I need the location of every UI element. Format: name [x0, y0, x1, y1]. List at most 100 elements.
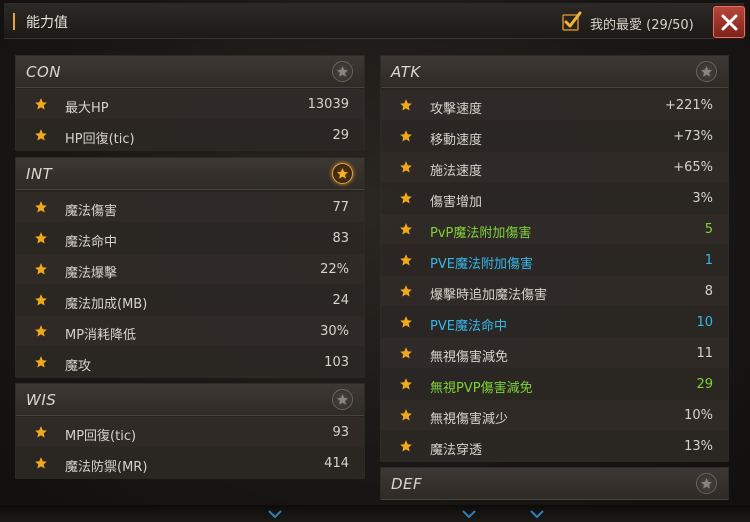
section-atk: ATK 攻擊速度 +221% 移動速度 +73% 施法速度 +65% 傷害增加 … — [380, 55, 729, 462]
stat-value: 3% — [692, 191, 713, 206]
stat-value: 10 — [696, 315, 713, 330]
stat-value: 8 — [704, 284, 713, 299]
section-title: INT — [26, 165, 53, 183]
star-icon — [35, 129, 47, 141]
star-icon — [400, 409, 412, 421]
stat-row[interactable]: 爆擊時追加魔法傷害 8 — [381, 276, 728, 307]
stat-label: HP回復(tic) — [65, 132, 135, 147]
star-icon — [400, 99, 412, 111]
stat-row[interactable]: MP回復(tic) 93 — [16, 417, 364, 448]
star-icon — [337, 66, 348, 77]
star-icon — [400, 130, 412, 142]
section-favorite-toggle-con[interactable] — [332, 61, 353, 82]
section-header-atk: ATK — [381, 56, 728, 88]
stat-row[interactable]: 攻擊速度 +221% — [381, 90, 728, 121]
section-favorite-toggle-atk[interactable] — [696, 61, 717, 82]
stat-label: 魔法穿透 — [430, 443, 483, 458]
stat-value: 10% — [684, 408, 713, 423]
star-icon — [400, 192, 412, 204]
stat-value: 93 — [332, 425, 349, 440]
stat-row[interactable]: 魔法穿透 13% — [381, 431, 728, 462]
star-icon — [400, 440, 412, 452]
section-header-int: INT — [16, 158, 364, 190]
stat-row[interactable]: 魔法防禦(MR) 414 — [16, 448, 364, 479]
title-accent-bar — [13, 13, 15, 30]
stat-label: 無視PVP傷害減免 — [430, 381, 533, 396]
stat-label: 魔法防禦(MR) — [65, 460, 148, 475]
stat-row[interactable]: 傷害增加 3% — [381, 183, 728, 214]
stat-label: PVE魔法附加傷害 — [430, 257, 533, 272]
stat-value: 5 — [704, 222, 713, 237]
chevron-down-icon — [462, 510, 476, 518]
stat-value: 29 — [696, 377, 713, 392]
stat-row[interactable]: 無視傷害減免 11 — [381, 338, 728, 369]
star-icon — [337, 168, 348, 179]
stat-row[interactable]: 魔法傷害 77 — [16, 192, 364, 223]
stat-row[interactable]: 魔攻 103 — [16, 347, 364, 378]
stat-label: MP消耗降低 — [65, 328, 137, 343]
stat-row[interactable]: 移動速度 +73% — [381, 121, 728, 152]
stat-value: 77 — [332, 200, 349, 215]
window-title: 能力值 — [26, 15, 68, 31]
star-icon — [400, 347, 412, 359]
stat-label: 最大HP — [65, 101, 109, 116]
stat-row[interactable]: 最大HP 13039 — [16, 89, 364, 120]
stat-label: 移動速度 — [430, 133, 483, 148]
section-header-def: DEF — [381, 468, 728, 500]
stat-value: 414 — [324, 456, 349, 471]
stat-value: +65% — [673, 160, 713, 175]
stat-row[interactable]: PVE魔法命中 10 — [381, 307, 728, 338]
stat-row[interactable]: 無視傷害減少 10% — [381, 400, 728, 431]
star-icon — [35, 356, 47, 368]
stat-value: 29 — [332, 128, 349, 143]
star-icon — [337, 394, 348, 405]
stat-row[interactable]: PvP魔法附加傷害 5 — [381, 214, 728, 245]
star-icon — [35, 232, 47, 244]
star-icon — [400, 161, 412, 173]
favorites-count-label[interactable]: 我的最愛 (29/50) — [590, 14, 694, 33]
stat-row[interactable]: 魔法命中 83 — [16, 223, 364, 254]
stat-value: +73% — [673, 129, 713, 144]
section-title: DEF — [391, 475, 423, 493]
stat-row[interactable]: HP回復(tic) 29 — [16, 120, 364, 151]
star-icon — [35, 325, 47, 337]
section-header-wis: WIS — [16, 384, 364, 416]
stat-row[interactable]: 魔法爆擊 22% — [16, 254, 364, 285]
stat-row[interactable]: 無視PVP傷害減免 29 — [381, 369, 728, 400]
section-favorite-toggle-int[interactable] — [332, 163, 353, 184]
stat-label: PVE魔法命中 — [430, 319, 507, 334]
section-title: CON — [26, 63, 62, 81]
chevron-down-icon — [268, 510, 282, 518]
stat-label: 魔法加成(MB) — [65, 297, 148, 312]
close-icon — [721, 14, 738, 31]
star-icon — [400, 285, 412, 297]
stat-label: 無視傷害減少 — [430, 412, 509, 427]
stat-value: 103 — [324, 355, 349, 370]
stat-row[interactable]: 施法速度 +65% — [381, 152, 728, 183]
close-button[interactable] — [713, 6, 745, 38]
stat-row[interactable]: MP消耗降低 30% — [16, 316, 364, 347]
stat-label: 魔法爆擊 — [65, 266, 118, 281]
stat-row[interactable]: 魔法加成(MB) 24 — [16, 285, 364, 316]
check-icon — [562, 11, 582, 31]
star-icon — [701, 66, 712, 77]
stat-value: 13039 — [307, 97, 349, 112]
chevron-down-icon — [530, 510, 544, 518]
stat-label: 魔法傷害 — [65, 204, 118, 219]
section-favorite-toggle-def[interactable] — [696, 473, 717, 494]
title-bar: 能力值 我的最愛 (29/50) — [4, 3, 745, 39]
star-icon — [400, 316, 412, 328]
section-title: WIS — [26, 391, 57, 409]
stat-value: 30% — [320, 324, 349, 339]
section-con: CON 最大HP 13039 HP回復(tic) 29 — [15, 55, 365, 151]
stat-label: 無視傷害減免 — [430, 350, 509, 365]
star-icon — [35, 263, 47, 275]
favorites-checkbox[interactable] — [561, 10, 583, 32]
stat-label: 施法速度 — [430, 164, 483, 179]
section-favorite-toggle-wis[interactable] — [332, 389, 353, 410]
stat-row[interactable]: PVE魔法附加傷害 1 — [381, 245, 728, 276]
stats-window: 能力值 我的最愛 (29/50) CON 最大HP 13039 HP回復(tic… — [0, 0, 750, 522]
stat-label: 魔法命中 — [65, 235, 118, 250]
stat-label: 爆擊時追加魔法傷害 — [430, 288, 548, 303]
stat-value: 22% — [320, 262, 349, 277]
